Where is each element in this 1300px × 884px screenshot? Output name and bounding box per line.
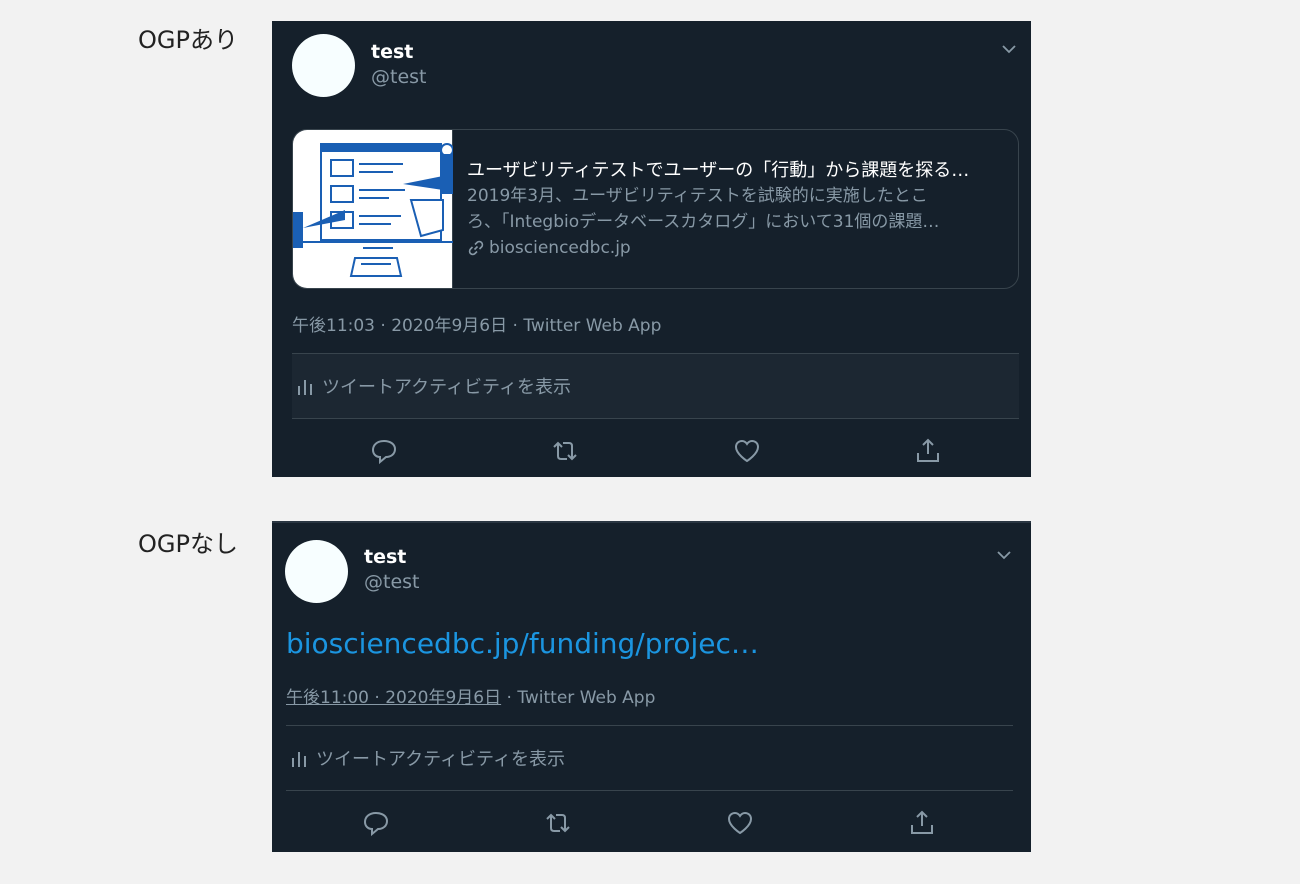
chevron-down-icon[interactable] bbox=[1000, 40, 1018, 58]
tweet-activity-label: ツイートアクティビティを表示 bbox=[322, 377, 571, 398]
reply-icon[interactable] bbox=[369, 436, 399, 466]
tweet-activity-button[interactable]: ツイートアクティビティを表示 bbox=[292, 354, 1019, 418]
like-icon[interactable] bbox=[725, 808, 755, 838]
chevron-down-icon[interactable] bbox=[995, 546, 1013, 564]
divider bbox=[292, 418, 1019, 419]
tweet-without-ogp: test @test biosciencedbc.jp/funding/proj… bbox=[272, 521, 1031, 852]
section-label-ogp-nashi: OGPなし bbox=[138, 530, 238, 558]
tweet-activity-label: ツイートアクティビティを表示 bbox=[316, 749, 565, 770]
card-domain-text: biosciencedbc.jp bbox=[489, 238, 631, 258]
display-name[interactable]: test bbox=[371, 41, 413, 63]
card-domain: biosciencedbc.jp bbox=[467, 238, 631, 258]
source: · Twitter Web App bbox=[507, 316, 662, 336]
bar-chart-icon bbox=[292, 752, 306, 767]
tweet-meta: 午後11:00 · 2020年9月6日 · Twitter Web App bbox=[286, 683, 655, 708]
divider bbox=[286, 790, 1013, 791]
display-name[interactable]: test bbox=[364, 546, 406, 568]
card-title: ユーザビリティテストでユーザーの「行動」から課題を探る… bbox=[467, 160, 970, 181]
avatar[interactable] bbox=[292, 34, 355, 97]
share-icon[interactable] bbox=[907, 808, 937, 838]
source: · Twitter Web App bbox=[501, 688, 656, 708]
like-icon[interactable] bbox=[732, 436, 762, 466]
card-thumbnail bbox=[293, 130, 454, 288]
tweet-activity-button[interactable]: ツイートアクティビティを表示 bbox=[286, 726, 1013, 790]
card-description-line: ろ、「Integbioデータベースカタログ」において31個の課題… bbox=[467, 212, 940, 232]
website-illustration-image bbox=[293, 143, 454, 277]
timestamp[interactable]: 午後11:00 · 2020年9月6日 bbox=[286, 688, 501, 708]
share-icon[interactable] bbox=[913, 436, 943, 466]
reply-icon[interactable] bbox=[361, 808, 391, 838]
tweet-link[interactable]: biosciencedbc.jp/funding/projec… bbox=[286, 627, 759, 660]
tweet-with-ogp: test @test ユーザビリティテストでユーザーの「行動」から課題を探る… … bbox=[272, 21, 1031, 477]
avatar[interactable] bbox=[285, 540, 348, 603]
link-icon bbox=[468, 240, 484, 256]
link-card[interactable]: ユーザビリティテストでユーザーの「行動」から課題を探る… 2019年3月、ユーザ… bbox=[292, 129, 1019, 289]
bar-chart-icon bbox=[298, 380, 312, 395]
user-handle[interactable]: @test bbox=[371, 66, 427, 88]
card-description: 2019年3月、ユーザビリティテストを試験的に実施したとこ ろ、「Integbi… bbox=[467, 183, 1007, 235]
retweet-icon[interactable] bbox=[550, 436, 580, 466]
retweet-icon[interactable] bbox=[543, 808, 573, 838]
tweet-meta: 午後11:03 · 2020年9月6日 · Twitter Web App bbox=[292, 311, 661, 336]
user-handle[interactable]: @test bbox=[364, 571, 420, 593]
section-label-ogp-ari: OGPあり bbox=[138, 26, 238, 54]
card-description-line: 2019年3月、ユーザビリティテストを試験的に実施したとこ bbox=[467, 186, 928, 206]
timestamp[interactable]: 午後11:03 · 2020年9月6日 bbox=[292, 316, 507, 336]
